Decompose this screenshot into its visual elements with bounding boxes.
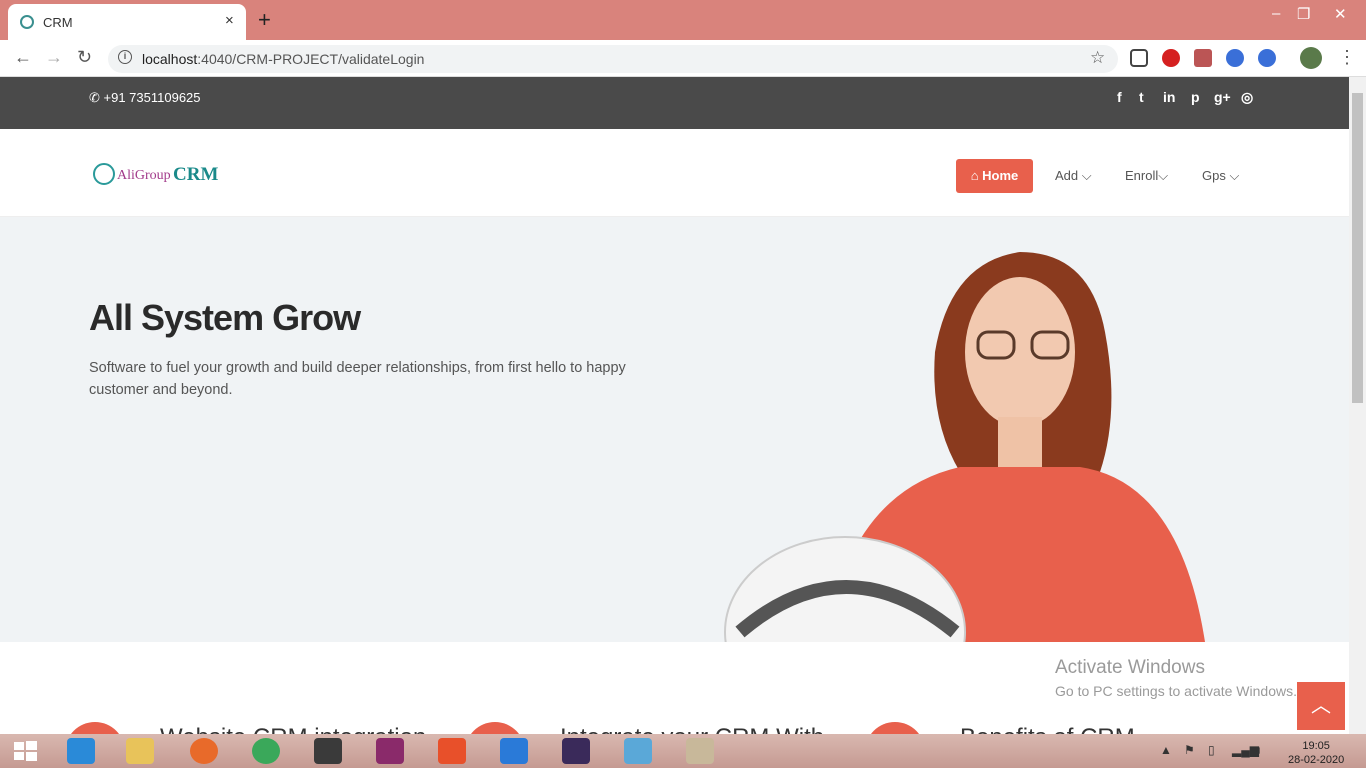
- shield-extension-icon[interactable]: [1130, 49, 1148, 67]
- clock-time: 19:05: [1302, 740, 1330, 752]
- feature-title: Integrate your CRM With: [560, 724, 824, 734]
- chrome-icon[interactable]: [252, 738, 280, 764]
- url-text: localhost:4040/CRM-PROJECT/validateLogin: [142, 51, 424, 67]
- feature-icon: [465, 722, 525, 734]
- hero-section: All System Grow Software to fuel your gr…: [0, 217, 1349, 642]
- phone-number: ✆ +91 7351109625: [89, 90, 201, 105]
- scrollbar-thumb[interactable]: [1352, 93, 1363, 403]
- logo-text-aligroup: AliGroup: [117, 168, 171, 183]
- new-tab-icon[interactable]: +: [258, 7, 271, 33]
- forward-icon[interactable]: →: [45, 47, 63, 68]
- url-path: :4040/CRM-PROJECT/validateLogin: [197, 51, 425, 67]
- nav-add[interactable]: Add ⌵: [1055, 168, 1092, 184]
- search-extension-2-icon[interactable]: [1258, 49, 1276, 67]
- phone-text: +91 7351109625: [103, 90, 201, 105]
- nav-gps[interactable]: Gps ⌵: [1202, 168, 1239, 184]
- bookmark-star-icon[interactable]: ☆: [1090, 48, 1105, 68]
- home-icon: ⌂: [970, 168, 979, 183]
- feature-icon: [865, 722, 925, 734]
- page-scrollbar[interactable]: [1349, 77, 1366, 734]
- winrar-icon[interactable]: [376, 738, 404, 764]
- hero-title: All System Grow: [89, 297, 361, 338]
- hero-text: Software to fuel your growth and build d…: [89, 360, 626, 398]
- dribbble-icon[interactable]: ◎: [1241, 89, 1253, 106]
- firefox-icon[interactable]: [190, 738, 218, 764]
- vscode-icon[interactable]: [500, 738, 528, 764]
- tab-title: CRM: [43, 15, 73, 30]
- browser-tab[interactable]: CRM ×: [8, 4, 246, 40]
- windows-taskbar: ▲ ⚑ ▯ ▂▄▆ 🔈︎ 19:05 28-02-2020: [0, 734, 1366, 768]
- activate-title: Activate Windows: [1055, 657, 1205, 678]
- nav-enroll[interactable]: Enroll⌵: [1125, 168, 1168, 184]
- logo-ring-icon: [93, 163, 115, 185]
- reload-icon[interactable]: ↻: [77, 47, 92, 68]
- volume-icon[interactable]: 🔈︎: [1256, 743, 1263, 758]
- pdf-extension-icon[interactable]: [1194, 49, 1212, 67]
- facebook-icon[interactable]: f: [1117, 89, 1122, 105]
- google-plus-icon[interactable]: g+: [1214, 89, 1231, 105]
- nav-home-label: Home: [982, 168, 1019, 183]
- feature-icon: [65, 722, 125, 734]
- system-clock[interactable]: 19:05 28-02-2020: [1288, 739, 1344, 767]
- hero-person-image: [724, 252, 1205, 642]
- minimize-icon[interactable]: –: [1272, 5, 1280, 22]
- site-info-icon[interactable]: i: [118, 50, 132, 64]
- url-host: localhost: [142, 51, 198, 67]
- browser-toolbar: ← → ↻ i localhost:4040/CRM-PROJECT/valid…: [0, 40, 1366, 77]
- site-header: AliGroup CRM ⌂ Home Add ⌵ Enroll⌵ Gps ⌵: [0, 129, 1349, 217]
- activate-windows-watermark: Activate Windows Go to PC settings to ac…: [1055, 657, 1297, 699]
- windows-start-icon[interactable]: [10, 738, 40, 764]
- address-bar[interactable]: i localhost:4040/CRM-PROJECT/validateLog…: [108, 45, 1118, 73]
- linkedin-icon[interactable]: in: [1163, 89, 1175, 105]
- paint-icon[interactable]: [686, 738, 714, 764]
- file-explorer-icon[interactable]: [126, 738, 154, 764]
- scroll-to-top-button[interactable]: ︿: [1297, 682, 1345, 730]
- pinterest-icon[interactable]: p: [1191, 89, 1200, 105]
- opera-extension-icon[interactable]: [1162, 49, 1180, 67]
- contact-topbar: ✆ +91 7351109625 f t in p g+ ◎: [0, 77, 1349, 129]
- feature-title: Benefits of CRM: [960, 724, 1135, 734]
- brave-icon[interactable]: [438, 738, 466, 764]
- logo-text-crm: CRM: [173, 164, 219, 185]
- battery-icon[interactable]: ▯: [1208, 743, 1215, 757]
- app-icon[interactable]: [624, 738, 652, 764]
- action-center-icon[interactable]: ⚑: [1184, 743, 1195, 757]
- network-icon[interactable]: ▂▄▆: [1232, 743, 1259, 757]
- tray-expand-icon[interactable]: ▲: [1160, 743, 1172, 757]
- twitter-icon[interactable]: t: [1139, 89, 1144, 105]
- window-close-icon[interactable]: ✕: [1334, 5, 1347, 23]
- nav-home-button[interactable]: ⌂ Home: [956, 159, 1033, 193]
- crm-favicon-icon: [20, 15, 34, 29]
- restore-icon[interactable]: ❐: [1297, 5, 1310, 23]
- tab-close-icon[interactable]: ×: [225, 12, 234, 29]
- search-extension-icon[interactable]: [1226, 49, 1244, 67]
- activate-subtitle: Go to PC settings to activate Windows.: [1055, 683, 1297, 699]
- internet-explorer-icon[interactable]: [67, 738, 95, 764]
- feature-title: Website CRM integration: [160, 724, 426, 734]
- profile-avatar[interactable]: [1300, 47, 1322, 69]
- eclipse-javaee-icon[interactable]: [562, 738, 590, 764]
- back-icon[interactable]: ←: [14, 47, 32, 68]
- chevron-up-icon: ︿: [1311, 695, 1331, 717]
- clock-date: 28-02-2020: [1288, 754, 1345, 766]
- sublime-text-icon[interactable]: [314, 738, 342, 764]
- browser-menu-icon[interactable]: ⋮: [1338, 47, 1356, 68]
- browser-titlebar: CRM × + – ❐ ✕: [0, 0, 1366, 40]
